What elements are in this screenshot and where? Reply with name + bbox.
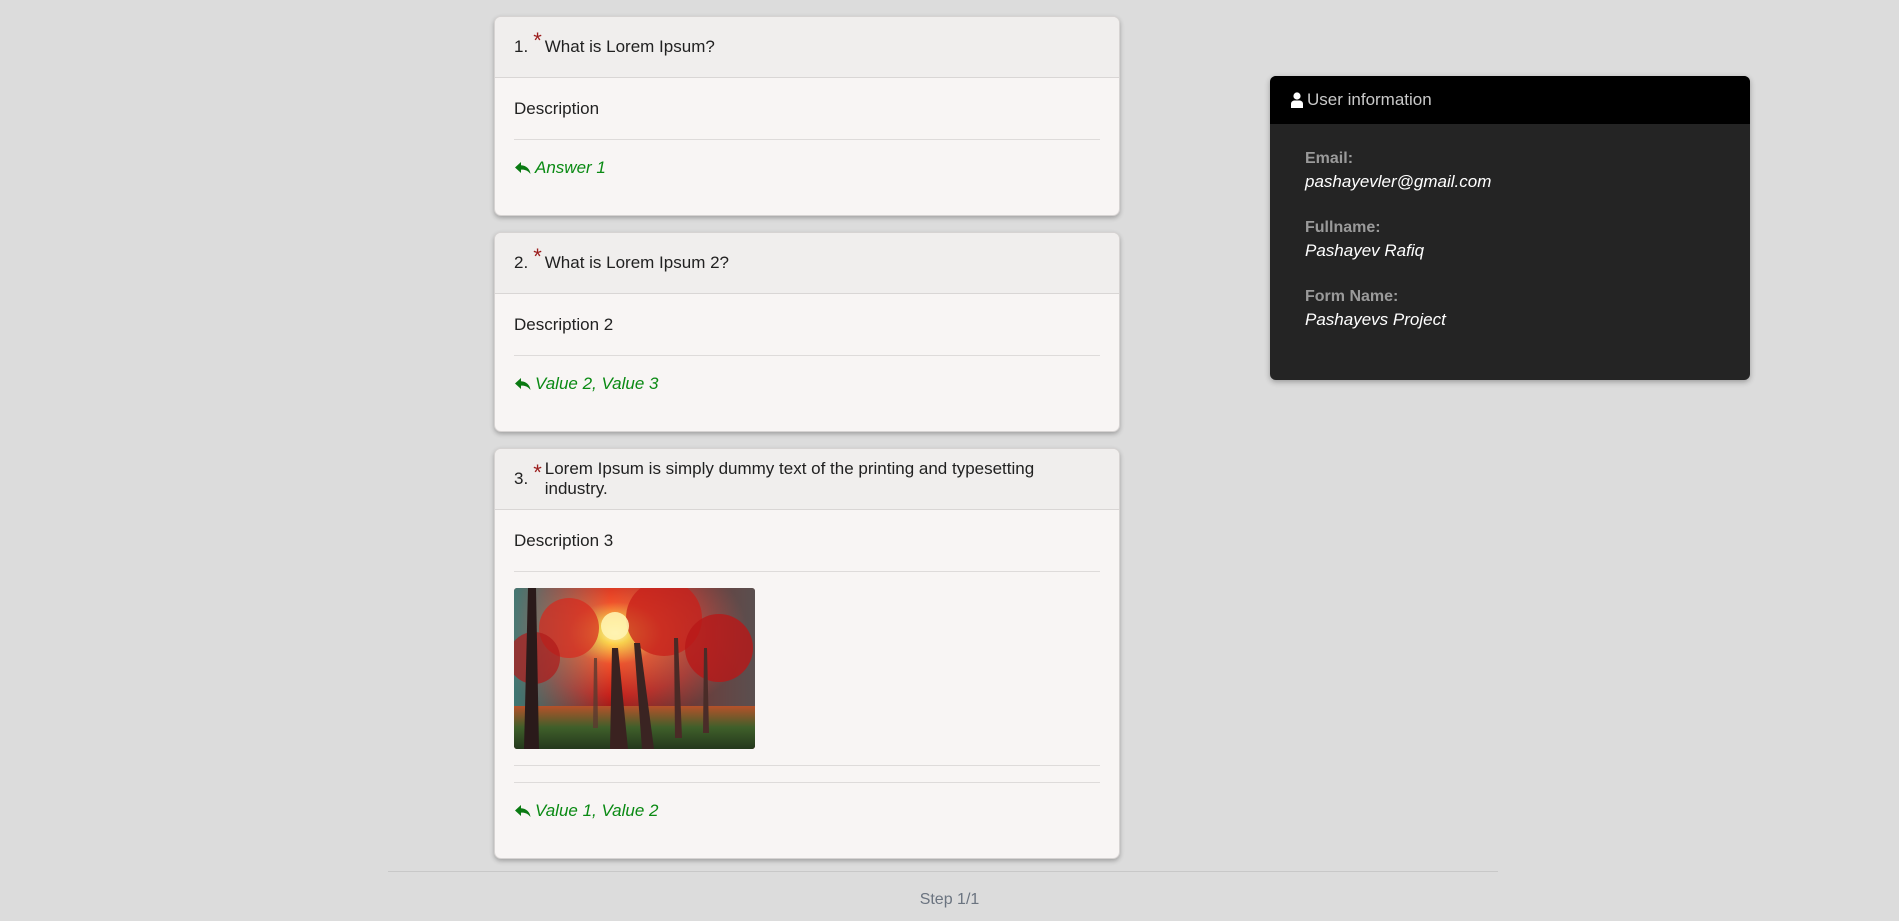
- user-panel-header: User information: [1270, 76, 1750, 124]
- question-answer: Value 2, Value 3: [514, 356, 1100, 412]
- question-card: 1. * What is Lorem Ipsum? Description An…: [494, 16, 1120, 216]
- email-field: Email: pashayevler@gmail.com: [1305, 148, 1715, 194]
- question-description: Description 3: [514, 510, 1100, 572]
- question-header: 2. * What is Lorem Ipsum 2?: [495, 233, 1119, 294]
- question-answer: Value 1, Value 2: [514, 783, 1100, 839]
- field-value: Pashayevs Project: [1305, 310, 1446, 329]
- question-description: Description 2: [514, 294, 1100, 356]
- answer-text: Answer 1: [535, 158, 606, 177]
- question-answer: Answer 1: [514, 140, 1100, 196]
- answer-text: Value 2, Value 3: [535, 374, 659, 393]
- footer-divider: [388, 871, 1498, 872]
- fullname-field: Fullname: Pashayev Rafiq: [1305, 217, 1715, 263]
- question-header: 3. * Lorem Ipsum is simply dummy text of…: [495, 449, 1119, 510]
- field-value: Pashayev Rafiq: [1305, 241, 1425, 260]
- user-information-panel: User information Email: pashayevler@gmai…: [1270, 76, 1750, 380]
- required-asterisk: *: [533, 460, 542, 485]
- field-label: Fullname:: [1305, 219, 1381, 236]
- form-name-field: Form Name: Pashayevs Project: [1305, 286, 1715, 332]
- user-icon: [1291, 92, 1303, 108]
- reply-icon: [514, 161, 531, 175]
- field-label: Form Name:: [1305, 288, 1399, 305]
- step-indicator: Step 1/1: [919, 891, 980, 908]
- required-asterisk: *: [533, 244, 542, 269]
- answer-text: Value 1, Value 2: [535, 801, 659, 820]
- question-number: 2.: [514, 253, 529, 272]
- question-title: What is Lorem Ipsum?: [544, 37, 715, 56]
- field-value: pashayevler@gmail.com: [1305, 172, 1492, 191]
- question-description: Description: [514, 78, 1100, 140]
- question-list: 1. * What is Lorem Ipsum? Description An…: [494, 16, 1120, 875]
- question-image-container: [514, 572, 1100, 766]
- question-card: 3. * Lorem Ipsum is simply dummy text of…: [494, 448, 1120, 859]
- question-title: Lorem Ipsum is simply dummy text of the …: [544, 459, 1035, 498]
- question-number: 3.: [514, 469, 529, 488]
- reply-icon: [514, 804, 531, 818]
- question-number: 1.: [514, 37, 529, 56]
- question-header: 1. * What is Lorem Ipsum?: [495, 17, 1119, 78]
- question-title: What is Lorem Ipsum 2?: [544, 253, 729, 272]
- question-card: 2. * What is Lorem Ipsum 2? Description …: [494, 232, 1120, 432]
- reply-icon: [514, 377, 531, 391]
- user-panel-title: User information: [1307, 90, 1432, 109]
- autumn-forest-image[interactable]: [514, 588, 755, 749]
- required-asterisk: *: [533, 28, 542, 53]
- field-label: Email:: [1305, 150, 1354, 167]
- divider: [514, 766, 1100, 783]
